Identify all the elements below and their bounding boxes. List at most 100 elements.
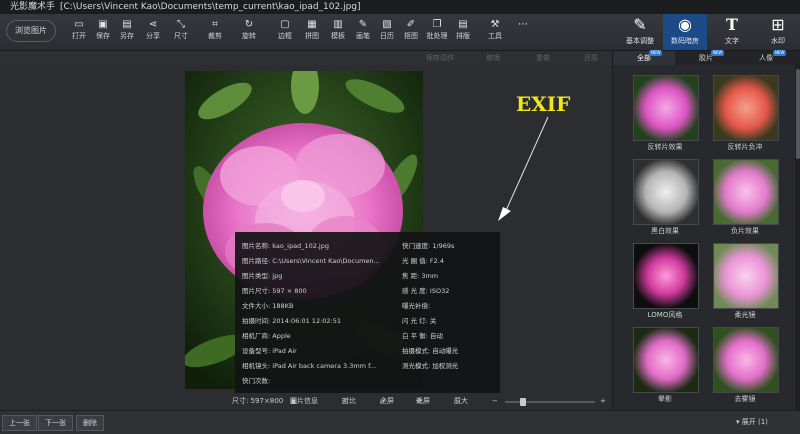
image-canvas[interactable]: EXIF 图片名称: kao_ipad_102.jpg 图片路径: C:\Use…	[0, 65, 612, 393]
exif-row: 焦 距: 3mm	[402, 272, 439, 280]
exif-row: 图片名称: kao_ipad_102.jpg	[242, 242, 329, 250]
save-as-icon: ▤	[122, 19, 132, 30]
tab-film[interactable]: 胶片 NEW	[675, 50, 737, 65]
effect-reversal-negative[interactable]: 反转片负冲	[713, 75, 779, 153]
cutout-button[interactable]: ✐ 抠图	[398, 19, 424, 49]
calendar-button[interactable]: ▧ 日历	[374, 19, 400, 49]
effect-thumbnail	[633, 327, 699, 393]
batch-icon: ❐	[432, 19, 442, 30]
tab-digital-darkroom[interactable]: ◉ 数码暗房	[663, 14, 707, 50]
watermark-icon: ⊞	[771, 15, 785, 34]
effect-black-white[interactable]: 黑白效果	[633, 159, 699, 237]
exif-row: 拍摄模式: 自动曝光	[402, 347, 459, 355]
layout-icon: ▤	[458, 19, 468, 30]
effect-thumbnail	[713, 243, 779, 309]
title-bar: 光影魔术手 [C:\Users\Vincent Kao\Documents\te…	[0, 0, 800, 14]
border-icon: ▢	[280, 19, 290, 30]
tab-all[interactable]: 全部 NEW	[613, 50, 675, 65]
expand-button[interactable]: ▾ 展开 (1)	[736, 415, 768, 429]
wrench-icon: ⚒	[490, 19, 500, 30]
next-image-button[interactable]: 下一张	[38, 415, 73, 431]
exif-row: 拍摄时间: 2014:06:01 12:02:51	[242, 317, 342, 325]
save-icon: ▣	[98, 19, 108, 30]
main-toolbar: 浏览图片 ▭ 打开 ▣ 保存 ▤ 另存 ⋖ 分享 ⤡ 尺寸 ⌗ 裁剪 ↻ 旋转 ▢ 边框 ▦ 拼图…	[0, 14, 800, 51]
redo-button[interactable]: 重做	[536, 51, 550, 65]
effect-vignette[interactable]: 晕影	[633, 327, 699, 405]
effect-thumbnail	[713, 327, 779, 393]
exif-row: 快门次数:	[242, 377, 271, 385]
history-bar: 保存动作 撤销 重做 还原	[0, 51, 612, 65]
rotate-button[interactable]: ↻ 旋转	[236, 19, 262, 49]
zoom-slider[interactable]	[505, 398, 595, 406]
template-button[interactable]: ▥ 模板	[325, 19, 351, 49]
effect-thumbnail	[713, 159, 779, 225]
tab-watermark[interactable]: ⊞ 水印	[756, 14, 800, 50]
browse-images-button[interactable]: 浏览图片	[6, 20, 56, 42]
tab-portrait[interactable]: 人像 NEW	[737, 50, 795, 65]
exif-row: 曝光补偿:	[402, 302, 431, 310]
exif-info-panel: 图片名称: kao_ipad_102.jpg 图片路径: C:\Users\Vi…	[235, 232, 500, 393]
brush-button[interactable]: ✎ 画笔	[350, 19, 376, 49]
prev-image-button[interactable]: 上一张	[2, 415, 37, 431]
collage-button[interactable]: ▦ 拼图	[299, 19, 325, 49]
exif-row: 图片尺寸: 597 × 800	[242, 287, 307, 295]
effect-negative[interactable]: 负片效果	[713, 159, 779, 237]
exif-row: 闪 光 灯: 关	[402, 317, 437, 325]
template-icon: ▥	[333, 19, 343, 30]
text-icon: T	[726, 15, 738, 34]
save-button[interactable]: ▣ 保存	[90, 19, 116, 49]
restore-button[interactable]: 还原	[584, 51, 598, 65]
layout-button[interactable]: ▤ 排版	[450, 19, 476, 49]
cutout-icon: ✐	[406, 19, 416, 30]
more-button[interactable]: ⋯	[510, 19, 536, 49]
save-as-button[interactable]: ▤ 另存	[114, 19, 140, 49]
rotate-icon: ↻	[244, 19, 254, 30]
effect-lomo[interactable]: LOMO风格	[633, 243, 699, 321]
tab-text[interactable]: T 文字	[710, 14, 754, 50]
bottom-bar: 上一张 下一张 删除 ▾ 展开 (1)	[0, 410, 800, 434]
effect-reversal[interactable]: 反转片效果	[633, 75, 699, 153]
share-button[interactable]: ⋖ 分享	[140, 19, 166, 49]
resize-icon: ⤡	[177, 19, 185, 30]
status-bar: 尺寸: 597×800 ▣ 图片信息 ◫ 对比 ⤢ 全屏 ✥ 适屏 ⬚ 原大 −…	[0, 393, 612, 410]
exif-annotation: EXIF	[516, 92, 571, 116]
exif-row: 图片类型: jpg	[242, 272, 283, 280]
tab-basic-adjust[interactable]: ✎ 基本调整	[618, 14, 662, 50]
crop-icon: ⌗	[212, 19, 218, 30]
folder-icon: ▭	[74, 19, 84, 30]
exif-row: 感 光 度: ISO32	[402, 287, 450, 295]
effects-scrollbar[interactable]	[795, 65, 800, 410]
effect-thumbnail	[633, 159, 699, 225]
collage-icon: ▦	[307, 19, 317, 30]
crop-button[interactable]: ⌗ 裁剪	[202, 19, 228, 49]
effect-soft-light[interactable]: 柔光镜	[713, 243, 779, 321]
zoom-in-button[interactable]: +	[600, 393, 606, 410]
save-action-button[interactable]: 保存动作	[426, 51, 454, 65]
open-button[interactable]: ▭ 打开	[66, 19, 92, 49]
exif-row: 图片路径: C:\Users\Vincent Kao\Documen...	[242, 257, 380, 265]
effect-thumbnail	[713, 75, 779, 141]
effects-panel: 全部 NEW 胶片 NEW 人像 NEW 反转片效果 反转片负冲 黑白效果 负片效果 …	[612, 50, 800, 410]
zoom-slider-handle[interactable]	[520, 398, 526, 406]
brush-icon: ✎	[358, 19, 368, 30]
resize-button[interactable]: ⤡ 尺寸	[168, 19, 194, 49]
effect-thumbnail	[633, 75, 699, 141]
effect-thumbnail	[633, 243, 699, 309]
annotation-arrow	[498, 116, 549, 221]
effect-defog[interactable]: 去雾镜	[713, 327, 779, 405]
border-button[interactable]: ▢ 边框	[272, 19, 298, 49]
more-icon: ⋯	[518, 19, 528, 30]
effects-tabs: 全部 NEW 胶片 NEW 人像 NEW	[613, 50, 800, 65]
exif-row: 快门速度: 1/969s	[402, 242, 455, 250]
undo-button[interactable]: 撤销	[486, 51, 500, 65]
share-icon: ⋖	[148, 19, 158, 30]
delete-button[interactable]: 删除	[76, 415, 104, 431]
tools-button[interactable]: ⚒ 工具	[482, 19, 508, 49]
scrollbar-thumb[interactable]	[796, 69, 800, 159]
batch-button[interactable]: ❐ 批处理	[424, 19, 450, 49]
exif-row: 白 平 衡: 自动	[402, 332, 443, 340]
camera-icon: ◉	[678, 15, 692, 34]
zoom-out-button[interactable]: −	[492, 393, 498, 410]
adjust-icon: ✎	[633, 15, 647, 34]
image-size-label: 尺寸: 597×800	[232, 397, 284, 405]
